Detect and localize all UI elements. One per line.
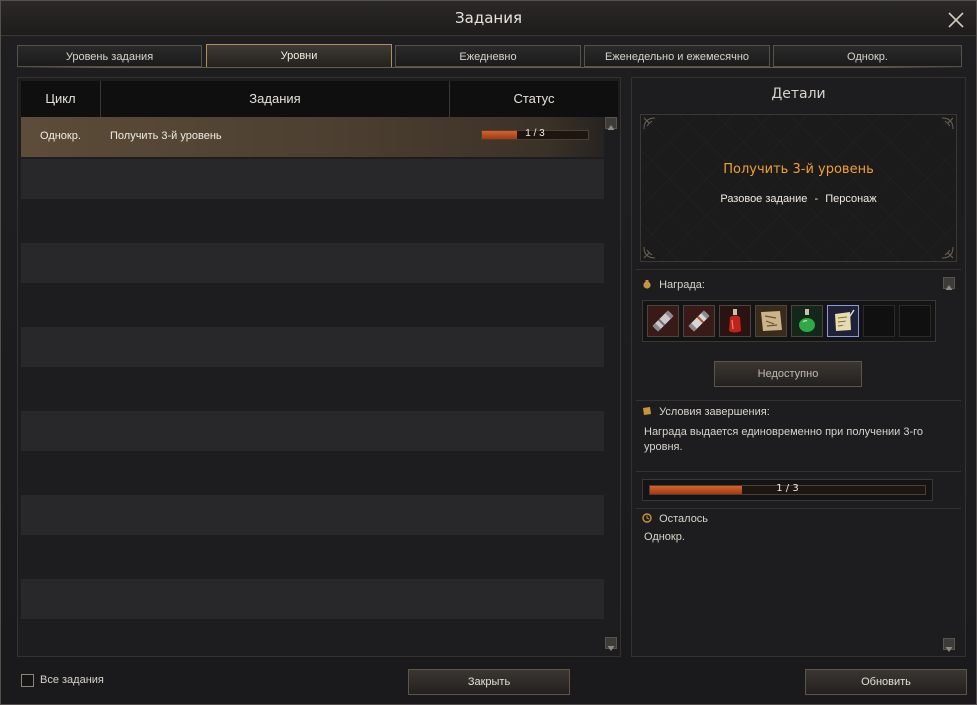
conditions-label: Условия завершения: (659, 406, 770, 418)
hourglass-icon (642, 513, 652, 523)
table-row-empty (21, 579, 604, 619)
reward-section-label: Награда: (642, 279, 705, 291)
details-scroll-up-button[interactable] (943, 277, 955, 290)
frame-corner-ornament (643, 246, 656, 259)
table-row-empty (21, 285, 604, 325)
refresh-button[interactable]: Обновить (805, 669, 967, 695)
column-header-status: Статус (450, 81, 618, 117)
table-row-empty (21, 495, 604, 535)
close-button[interactable]: Закрыть (408, 669, 570, 695)
reward-slots (642, 300, 936, 342)
table-row-empty (21, 369, 604, 409)
table-row-empty (21, 453, 604, 493)
column-header-cycle: Цикл (21, 81, 100, 117)
tab-levels[interactable]: Уровни (206, 44, 392, 68)
conditions-section-label: Условия завершения: (642, 406, 770, 418)
conditions-text: Награда выдается единовременно при получ… (644, 426, 924, 453)
tab-quest-level[interactable]: Уровень задания (17, 45, 202, 67)
scroll-icon (643, 407, 651, 415)
details-scroll-down-button[interactable] (943, 638, 955, 652)
tab-divider (9, 67, 968, 68)
quest-name: Получить 3-й уровень (723, 162, 874, 177)
all-tasks-checkbox[interactable] (21, 674, 34, 687)
task-list-panel: Цикл Задания Статус Однокр. Получить 3-й… (17, 77, 621, 657)
remaining-value: Однокр. (644, 531, 685, 543)
frame-corner-ornament (941, 246, 954, 259)
table-row-selected[interactable]: Однокр. Получить 3-й уровень 1 / 3 (21, 117, 604, 157)
red-potion-icon[interactable] (719, 305, 751, 337)
parchment-quill-icon[interactable] (827, 305, 859, 337)
table-row-empty (21, 537, 604, 577)
details-panel: Детали Получить 3-й уровень Разовое зада… (631, 77, 966, 657)
scroll-down-button[interactable] (605, 637, 617, 651)
green-potion-icon[interactable] (791, 305, 823, 337)
tab-weekly-monthly[interactable]: Еженедельно и ежемесячно (584, 45, 770, 67)
all-tasks-label: Все задания (40, 674, 104, 686)
quest-info-frame (640, 114, 957, 262)
title-bar: Задания (1, 1, 976, 36)
reward-label: Награда: (659, 279, 705, 291)
quest-scope: Персонаж (825, 193, 877, 205)
tab-bar: Уровень задания Уровни Ежедневно Еженеде… (17, 44, 963, 68)
remaining-section-label: Осталось (642, 513, 708, 525)
coin-pouch-icon (643, 280, 651, 289)
tab-daily[interactable]: Ежедневно (395, 45, 581, 67)
column-header-tasks: Задания (101, 81, 449, 117)
close-icon[interactable] (946, 8, 966, 28)
table-row-empty (21, 159, 604, 199)
row-cycle: Однокр. (40, 130, 81, 142)
row-progress-bar: 1 / 3 (481, 128, 589, 140)
scroll-case-icon[interactable] (647, 305, 679, 337)
empty-reward-slot (899, 305, 931, 337)
scroll-up-button[interactable] (605, 117, 617, 130)
conditions-progress-bar: 1 / 3 (649, 483, 926, 495)
table-row-empty (21, 243, 604, 283)
map-scroll-icon[interactable] (755, 305, 787, 337)
frame-corner-ornament (941, 117, 954, 130)
details-title: Детали (771, 86, 826, 102)
tab-one-time[interactable]: Однокр. (773, 45, 962, 67)
section-divider (636, 471, 961, 472)
row-progress-text: 1 / 3 (525, 128, 545, 139)
row-task: Получить 3-й уровень (110, 130, 222, 142)
section-divider (636, 269, 961, 270)
scroll-case-icon[interactable] (683, 305, 715, 337)
quests-window: Задания Уровень задания Уровни Ежедневно… (0, 0, 977, 705)
quest-meta: Разовое задание - Персонаж (632, 193, 965, 205)
table-row-empty (21, 327, 604, 367)
conditions-progress-box: 1 / 3 (642, 479, 933, 501)
unavailable-button[interactable]: Недоступно (714, 361, 862, 387)
table-row-empty (21, 411, 604, 451)
quest-type: Разовое задание (720, 193, 808, 205)
remaining-label: Осталось (659, 513, 709, 525)
conditions-progress-text: 1 / 3 (776, 483, 799, 494)
section-divider (636, 400, 961, 401)
empty-reward-slot (863, 305, 895, 337)
table-row-empty (21, 201, 604, 241)
frame-corner-ornament (643, 117, 656, 130)
quest-meta-separator: - (814, 193, 819, 205)
window-title: Задания (455, 9, 522, 27)
section-divider (636, 508, 961, 509)
